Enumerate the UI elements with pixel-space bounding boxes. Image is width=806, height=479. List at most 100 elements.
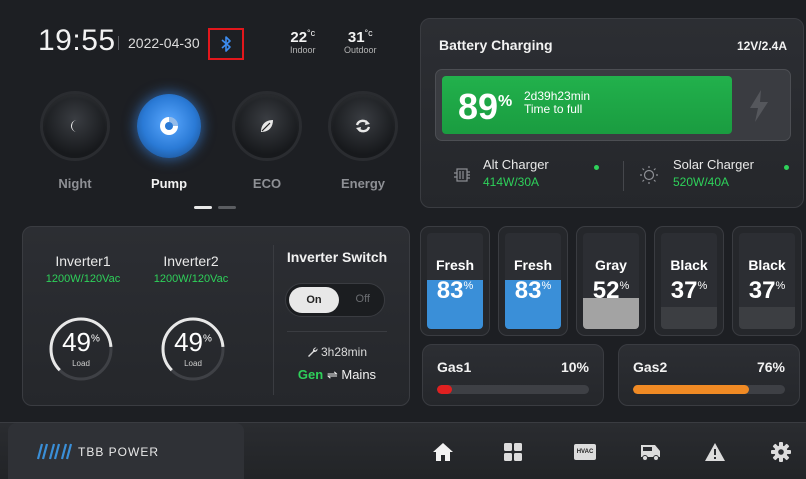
tank-level-unit: % xyxy=(619,280,630,292)
inverter1-load-gauge: 49% Load xyxy=(47,315,115,383)
gas2-percent: 76% xyxy=(756,359,785,375)
grid-icon xyxy=(504,443,522,461)
indoor-temp-label: Indoor xyxy=(290,45,316,55)
gas2-name: Gas2 xyxy=(633,359,668,375)
tank-name: Black xyxy=(748,257,786,273)
solar-charger-value: 520W/40A xyxy=(673,175,730,189)
battery-time: 2d39h23min Time to full xyxy=(524,90,590,116)
mode-eco-button[interactable]: ECO xyxy=(234,94,300,191)
mode-label: ECO xyxy=(252,176,282,191)
swap-arrow-icon: ⇌ xyxy=(326,367,338,382)
gas1-percent: 10% xyxy=(560,359,589,375)
tank-level-value: 83 xyxy=(436,277,464,304)
settings-icon xyxy=(771,442,791,462)
tank-level-value: 37 xyxy=(748,277,776,304)
bottom-nav: TBB POWER HVAC xyxy=(0,422,806,479)
tank-level-unit: % xyxy=(775,280,786,292)
nav-grid-button[interactable] xyxy=(500,439,526,465)
toggle-on[interactable]: On xyxy=(289,287,339,313)
solar-charger: Solar Charger 520W/40A xyxy=(673,157,754,189)
divider xyxy=(623,161,624,191)
toggle-off[interactable]: Off xyxy=(356,293,370,305)
tank-level-unit: % xyxy=(463,280,474,292)
inverter-card[interactable]: Inverter1 1200W/120Vac 49% Load Inverter… xyxy=(22,226,410,406)
mains-label: Mains xyxy=(341,367,377,382)
tank-black-1[interactable]: Black 37% xyxy=(654,226,724,336)
battery-percent-unit: % xyxy=(498,93,513,110)
tank-level: 52% xyxy=(577,277,645,305)
nav-rv-button[interactable] xyxy=(638,439,664,465)
nav-hvac-button[interactable]: HVAC xyxy=(572,439,598,465)
tank-name: Black xyxy=(670,257,708,273)
tank-black-2[interactable]: Black 37% xyxy=(732,226,802,336)
mode-label: Night xyxy=(58,176,92,191)
page-indicator[interactable] xyxy=(194,206,236,209)
inverter1-load-label: Load xyxy=(72,359,90,368)
outdoor-temp: 31°c Outdoor xyxy=(344,28,377,55)
leaf-icon xyxy=(261,120,273,132)
tank-level: 37% xyxy=(733,277,801,305)
tank-fresh-1[interactable]: Fresh 83% xyxy=(420,226,490,336)
tank-level-value: 83 xyxy=(514,277,542,304)
solar-charger-name: Solar Charger xyxy=(673,157,754,172)
tank-name: Gray xyxy=(595,257,627,273)
tank-level: 83% xyxy=(499,277,567,305)
lightning-icon xyxy=(750,90,768,122)
inverter1-load-unit: % xyxy=(91,333,100,345)
inverter-switch-toggle[interactable]: On Off xyxy=(285,283,385,317)
gas2-card[interactable]: Gas2 76% xyxy=(618,344,800,406)
inverter1-load: 49% xyxy=(47,327,115,358)
battery-percent: 89% xyxy=(458,86,512,128)
runtime: 3h28min xyxy=(277,345,397,359)
alt-charger: Alt Charger 414W/30A xyxy=(483,157,549,189)
inverter2-load-gauge: 49% Load xyxy=(159,315,227,383)
tank-level: 83% xyxy=(421,277,489,305)
indoor-temp: 22°c Indoor xyxy=(290,28,316,55)
tank-level-fill xyxy=(739,306,795,329)
mode-pump-button[interactable]: Pump xyxy=(136,94,202,191)
alt-charger-name: Alt Charger xyxy=(483,157,549,172)
runtime-value: 3h28min xyxy=(320,345,368,359)
inverter2-spec: 1200W/120Vac xyxy=(153,273,229,285)
bluetooth-icon xyxy=(221,36,231,52)
sun-icon xyxy=(640,166,658,184)
mode-energy-button[interactable]: Energy xyxy=(330,94,396,191)
gas1-level-track xyxy=(437,385,589,394)
brand-logo-icon xyxy=(36,443,73,460)
gen-mains: Gen ⇌ Mains xyxy=(277,367,397,383)
mode-circle xyxy=(43,94,107,158)
tank-gray[interactable]: Gray 52% xyxy=(576,226,646,336)
bluetooth-button[interactable] xyxy=(208,28,244,60)
indoor-temp-unit: °c xyxy=(307,28,316,38)
tank-name: Fresh xyxy=(513,257,553,273)
gas1-level-fill xyxy=(437,385,453,394)
divider xyxy=(287,331,387,332)
outdoor-temp-value: 31 xyxy=(347,29,365,46)
battery-spec: 12V/2.4A xyxy=(736,39,787,53)
inverter2-load: 49% xyxy=(159,327,227,358)
divider xyxy=(273,245,274,395)
tank-level-fill xyxy=(661,306,717,329)
hvac-icon: HVAC xyxy=(574,444,596,460)
nav-warning-button[interactable] xyxy=(702,439,728,465)
nav-home-button[interactable] xyxy=(430,439,456,465)
gas1-card[interactable]: Gas1 10% xyxy=(422,344,604,406)
inverter2-load-unit: % xyxy=(203,333,212,345)
outdoor-temp-label: Outdoor xyxy=(344,45,377,55)
nav-settings-button[interactable] xyxy=(768,439,794,465)
battery-card[interactable]: Battery Charging 12V/2.4A 89% 2d39h23min… xyxy=(420,18,804,208)
mode-circle xyxy=(235,94,299,158)
mode-night-button[interactable]: Night xyxy=(42,94,108,191)
status-area: 19:55 2022-04-30 22°c Indoor 31°c Outdoo… xyxy=(22,16,410,224)
wrench-icon xyxy=(307,347,318,357)
battery-level-bar: 89% 2d39h23min Time to full xyxy=(435,69,791,141)
page-dot-active[interactable] xyxy=(194,206,212,209)
mode-label: Pump xyxy=(150,176,188,191)
warning-icon xyxy=(705,443,725,461)
tank-fresh-2[interactable]: Fresh 83% xyxy=(498,226,568,336)
page-dot[interactable] xyxy=(218,206,236,209)
battery-percent-value: 89 xyxy=(458,86,499,127)
alt-charger-status-dot xyxy=(594,165,599,170)
inverter1-name: Inverter1 xyxy=(55,253,111,269)
gas1-name: Gas1 xyxy=(437,359,472,375)
